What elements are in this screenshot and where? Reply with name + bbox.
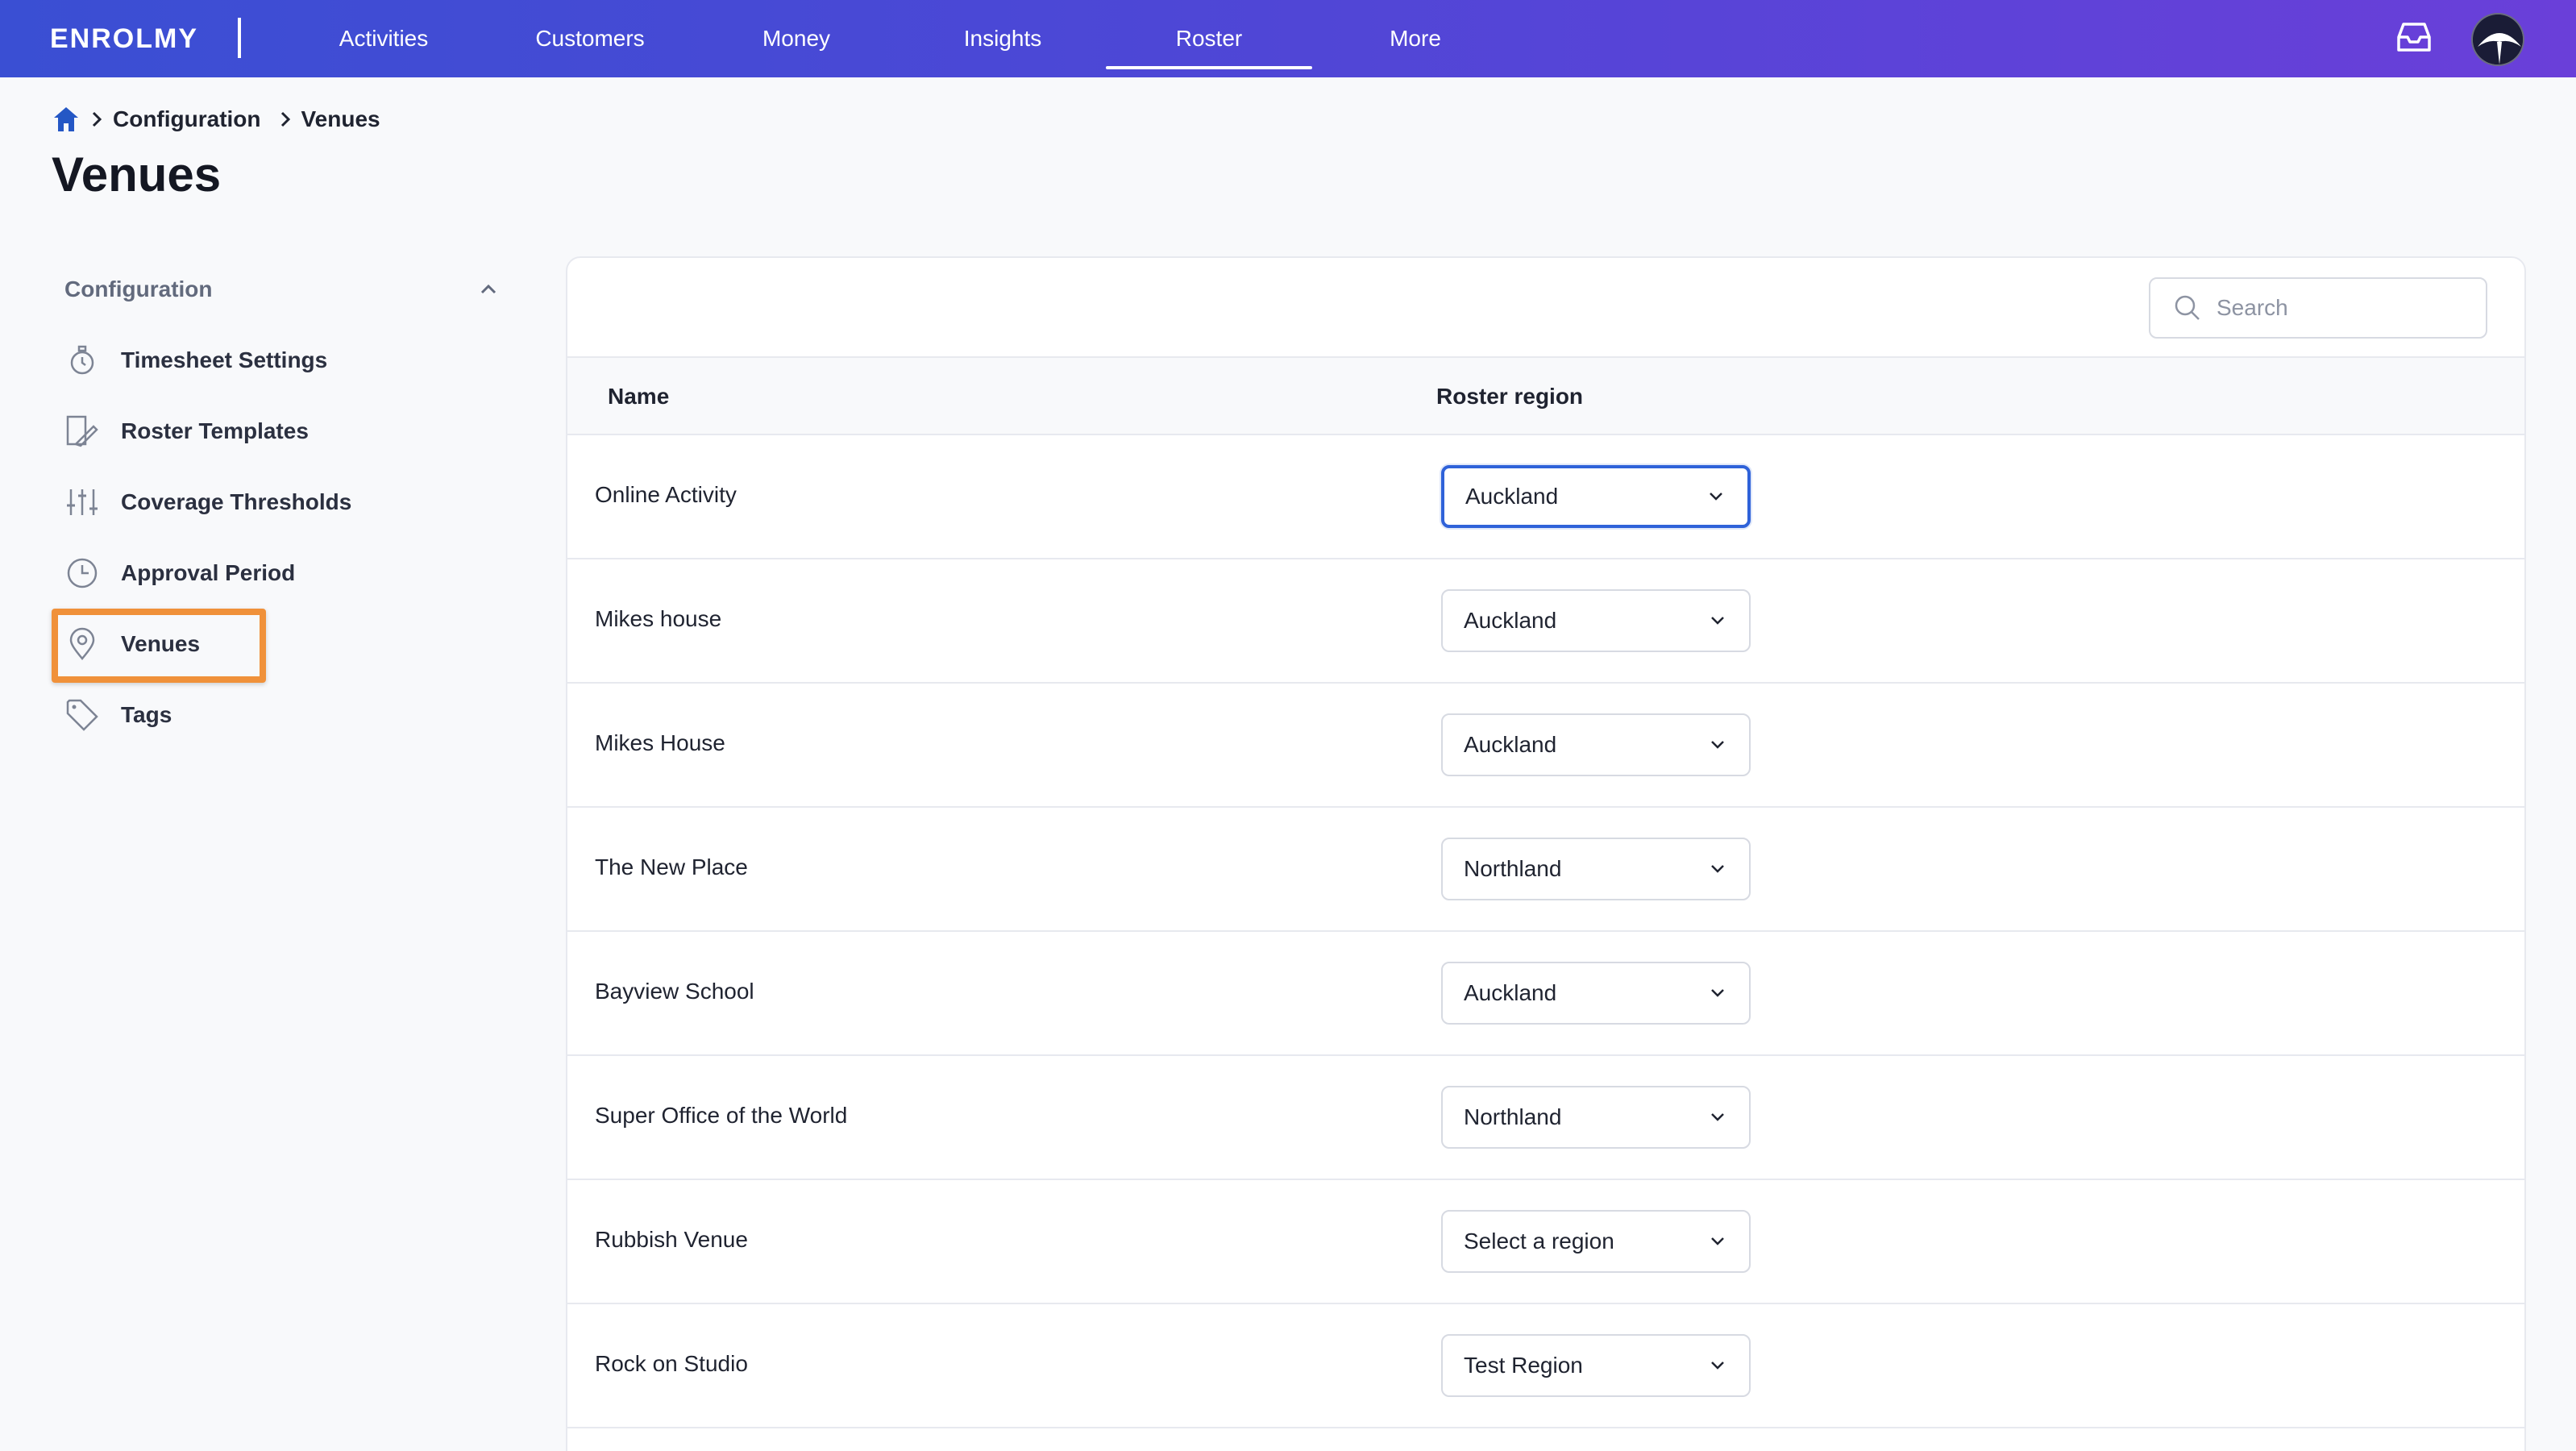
nav-tab-customers[interactable]: Customers [487, 0, 693, 77]
table-row: The New Place Northland [567, 808, 2524, 932]
breadcrumb: Configuration Venues [52, 103, 380, 135]
venue-name: Mikes house [595, 606, 722, 631]
sliders-icon [67, 489, 98, 515]
breadcrumb-venues: Venues [301, 106, 380, 131]
chevron-down-icon [1711, 617, 1724, 625]
sidebar-item-label: Approval Period [121, 560, 296, 585]
chevron-down-icon [1711, 1113, 1724, 1121]
search-icon [2175, 295, 2200, 320]
table-header: Name Roster region [567, 356, 2524, 435]
nav-tab-activities[interactable]: Activities [280, 0, 487, 77]
select-value: Test Region [1464, 1353, 1583, 1378]
chevron-down-icon [1711, 1362, 1724, 1370]
sidebar-item-tags[interactable]: Tags [64, 691, 403, 739]
search-box[interactable] [2149, 277, 2487, 339]
select-value: Auckland [1464, 980, 1557, 1005]
sidebar-section-configuration[interactable]: Configuration [64, 271, 500, 308]
roster-region-select[interactable]: Auckland [1441, 465, 1751, 528]
venue-name: Bayview School [595, 979, 754, 1004]
column-header-name[interactable]: Name [608, 384, 669, 410]
roster-region-select[interactable]: Auckland [1441, 589, 1751, 652]
enrolmy-logo[interactable]: ENROLMY [50, 21, 198, 56]
nav-tab-more[interactable]: More [1312, 0, 1519, 77]
sidebar-item-label: Timesheet Settings [121, 347, 328, 372]
sidebar-item-label: Venues [121, 631, 201, 656]
table-row: Bayview School Auckland [567, 932, 2524, 1056]
sidebar-item-label: Coverage Thresholds [121, 489, 352, 514]
sidebar-item-venues[interactable]: Venues [64, 620, 403, 668]
chevron-down-icon [1710, 493, 1722, 501]
sidebar-item-label: Roster Templates [121, 418, 309, 443]
stopwatch-icon [70, 345, 94, 375]
column-header-roster-region[interactable]: Roster region [1436, 384, 1583, 410]
chevron-down-icon [1711, 1237, 1724, 1245]
location-pin-icon [69, 627, 95, 660]
table-row: Rock on Studio Test Region [567, 1304, 2524, 1428]
select-value: Northland [1464, 856, 1562, 881]
venue-name: Rock on Studio [595, 1351, 748, 1376]
sidebar-item-timesheet-settings[interactable]: Timesheet Settings [64, 336, 403, 385]
select-value: Auckland [1464, 732, 1557, 757]
chevron-right-icon [269, 108, 301, 131]
sidebar-section-label: Configuration [64, 276, 213, 301]
chevron-up-icon [480, 284, 497, 294]
table-row: Online Activity Auckland [567, 435, 2524, 559]
sidebar-item-coverage-thresholds[interactable]: Coverage Thresholds [64, 478, 403, 526]
sidebar-item-approval-period[interactable]: Approval Period [64, 549, 403, 597]
home-icon[interactable] [52, 105, 81, 134]
breadcrumb-configuration[interactable]: Configuration [113, 106, 261, 132]
sidebar-item-label: Tags [121, 702, 172, 727]
nav-tab-roster[interactable]: Roster [1106, 0, 1312, 77]
table-row: Rubbish Venue Select a region [567, 1180, 2524, 1304]
venues-panel: Name Roster region Online Activity Auckl… [566, 256, 2526, 1451]
top-navigation-bar: ENROLMY Activities Customers Money Insig… [0, 0, 2576, 77]
venue-name: Rubbish Venue [595, 1227, 748, 1252]
select-value: Auckland [1464, 608, 1557, 633]
select-value: Select a region [1464, 1229, 1614, 1254]
table-row: Super Office of the World Northland [567, 1056, 2524, 1180]
logo-divider [238, 18, 241, 58]
template-icon [66, 415, 98, 447]
venue-name: The New Place [595, 854, 748, 879]
roster-region-select[interactable]: Northland [1441, 838, 1751, 900]
tag-icon [66, 699, 98, 731]
roster-region-select[interactable]: Auckland [1441, 962, 1751, 1025]
table-row: Mikes House Auckland [567, 684, 2524, 808]
venue-name: Super Office of the World [595, 1103, 848, 1128]
sidebar-item-roster-templates[interactable]: Roster Templates [64, 407, 403, 455]
nav-tab-money[interactable]: Money [693, 0, 900, 77]
inbox-icon[interactable] [2395, 21, 2433, 53]
select-value: Northland [1464, 1104, 1562, 1129]
roster-region-select[interactable]: Auckland [1441, 713, 1751, 776]
clock-icon [67, 558, 98, 588]
chevron-right-icon [81, 108, 113, 131]
roster-region-select[interactable]: Test Region [1441, 1334, 1751, 1397]
roster-region-select[interactable]: Northland [1441, 1086, 1751, 1149]
nav-tab-insights[interactable]: Insights [900, 0, 1106, 77]
venue-name: Online Activity [595, 482, 737, 507]
roster-region-select[interactable]: Select a region [1441, 1210, 1751, 1273]
table-row: Mikes house Auckland [567, 559, 2524, 684]
chevron-down-icon [1711, 741, 1724, 749]
venue-name: Mikes House [595, 730, 725, 755]
chevron-down-icon [1711, 989, 1724, 997]
search-input[interactable] [2217, 295, 2474, 321]
page-title: Venues [52, 148, 222, 202]
select-value: Auckland [1465, 484, 1559, 509]
user-avatar[interactable] [2471, 13, 2524, 66]
chevron-down-icon [1711, 865, 1724, 873]
